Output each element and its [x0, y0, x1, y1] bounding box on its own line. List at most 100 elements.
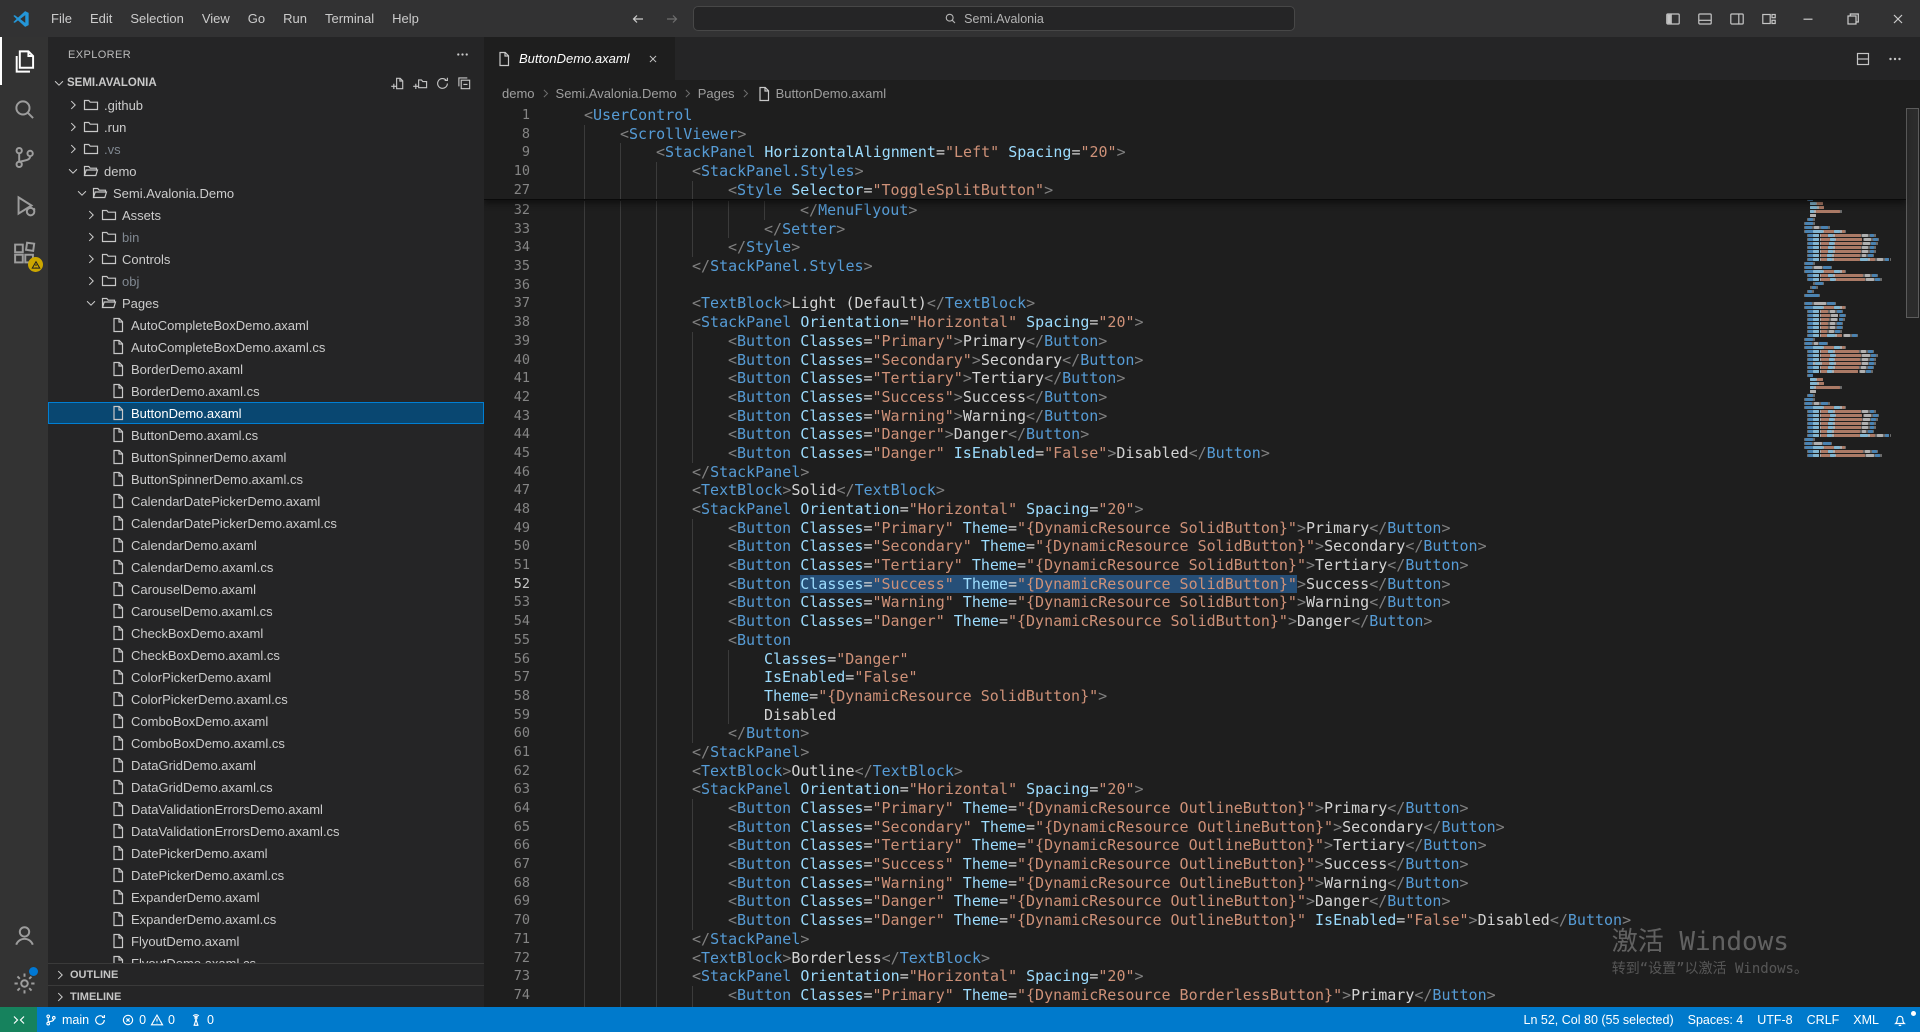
tree-item-Assets[interactable]: Assets	[48, 204, 484, 226]
tree-item-CalendarDemo.axaml.cs[interactable]: CalendarDemo.axaml.cs	[48, 556, 484, 578]
tree-item-DatePickerDemo.axaml.cs[interactable]: DatePickerDemo.axaml.cs	[48, 864, 484, 886]
code-editor[interactable]: 32 </MenuFlyout> 33 </Setter> 34 </Style…	[484, 106, 1920, 1007]
section-timeline[interactable]: TIMELINE	[48, 985, 484, 1007]
menu-selection[interactable]: Selection	[121, 0, 192, 37]
tree-item-AutoCompleteBoxDemo.axaml[interactable]: AutoCompleteBoxDemo.axaml	[48, 314, 484, 336]
tree-item-bin[interactable]: bin	[48, 226, 484, 248]
branch-status[interactable]: main	[37, 1007, 114, 1032]
tree-item-ExpanderDemo.axaml[interactable]: ExpanderDemo.axaml	[48, 886, 484, 908]
activity-extensions[interactable]	[0, 229, 48, 277]
tree-item-DataGridDemo.axaml[interactable]: DataGridDemo.axaml	[48, 754, 484, 776]
tree-item-ComboBoxDemo.axaml.cs[interactable]: ComboBoxDemo.axaml.cs	[48, 732, 484, 754]
menu-view[interactable]: View	[193, 0, 239, 37]
tree-item-DataValidationErrorsDemo.axaml[interactable]: DataValidationErrorsDemo.axaml	[48, 798, 484, 820]
tree-item-demo[interactable]: demo	[48, 160, 484, 182]
tree-item-obj[interactable]: obj	[48, 270, 484, 292]
menu-file[interactable]: File	[42, 0, 81, 37]
tab-close-icon[interactable]	[643, 49, 663, 69]
status-ln-52[interactable]: Ln 52, Col 80 (55 selected)	[1517, 1013, 1681, 1027]
close-window-button[interactable]	[1875, 0, 1920, 37]
status-xml[interactable]: XML	[1846, 1013, 1886, 1027]
layout-customize-icon[interactable]	[1753, 0, 1785, 37]
new-file-button[interactable]	[391, 76, 406, 91]
menu-terminal[interactable]: Terminal	[316, 0, 383, 37]
breadcrumb-demo[interactable]: demo	[502, 86, 535, 101]
tree-item-CarouselDemo.axaml.cs[interactable]: CarouselDemo.axaml.cs	[48, 600, 484, 622]
tree-item-CheckBoxDemo.axaml[interactable]: CheckBoxDemo.axaml	[48, 622, 484, 644]
explorer-more-actions-icon[interactable]	[455, 47, 470, 62]
notifications-bell[interactable]	[1886, 1013, 1914, 1027]
tree-item-BorderDemo.axaml.cs[interactable]: BorderDemo.axaml.cs	[48, 380, 484, 402]
tree-item-.vs[interactable]: .vs	[48, 138, 484, 160]
problems-status[interactable]: 0 0	[114, 1007, 182, 1032]
status-crlf[interactable]: CRLF	[1800, 1013, 1847, 1027]
tree-item-DataGridDemo.axaml.cs[interactable]: DataGridDemo.axaml.cs	[48, 776, 484, 798]
remote-indicator[interactable]	[0, 1007, 37, 1032]
tree-item-ExpanderDemo.axaml.cs[interactable]: ExpanderDemo.axaml.cs	[48, 908, 484, 930]
forward-arrow-icon[interactable]	[659, 6, 685, 32]
breadcrumb-Pages[interactable]: Pages	[698, 86, 735, 101]
tree-item-AutoCompleteBoxDemo.axaml.cs[interactable]: AutoCompleteBoxDemo.axaml.cs	[48, 336, 484, 358]
tree-item-CalendarDemo.axaml[interactable]: CalendarDemo.axaml	[48, 534, 484, 556]
tree-item-Semi.Avalonia.Demo[interactable]: Semi.Avalonia.Demo	[48, 182, 484, 204]
tree-item-CalendarDatePickerDemo.axaml[interactable]: CalendarDatePickerDemo.axaml	[48, 490, 484, 512]
menu-edit[interactable]: Edit	[81, 0, 121, 37]
menu-run[interactable]: Run	[274, 0, 316, 37]
layout-sidebar-left-icon[interactable]	[1657, 0, 1689, 37]
tab-buttondemo[interactable]: ButtonDemo.axaml	[484, 37, 676, 80]
tree-item-ButtonSpinnerDemo.axaml[interactable]: ButtonSpinnerDemo.axaml	[48, 446, 484, 468]
collapse-all-button[interactable]	[457, 76, 472, 91]
status-spaces[interactable]: Spaces: 4	[1681, 1013, 1751, 1027]
activity-explorer[interactable]	[0, 37, 48, 85]
new-folder-button[interactable]	[413, 76, 428, 91]
status-utf-8[interactable]: UTF-8	[1750, 1013, 1799, 1027]
code-line-58: 58 Theme="{DynamicResource SolidButton}"…	[484, 687, 1920, 706]
ports-status[interactable]: 0	[182, 1007, 221, 1032]
search-input[interactable]: Semi.Avalonia	[693, 6, 1295, 31]
layout-sidebar-right-icon[interactable]	[1721, 0, 1753, 37]
chevron-right-icon	[66, 120, 80, 134]
section-outline[interactable]: OUTLINE	[48, 963, 484, 985]
breadcrumb-ButtonDemo.axaml[interactable]: ButtonDemo.axaml	[756, 86, 887, 101]
tree-item-.run[interactable]: .run	[48, 116, 484, 138]
tree-item-Controls[interactable]: Controls	[48, 248, 484, 270]
workspace-root-row[interactable]: SEMI.AVALONIA	[48, 72, 484, 94]
tree-item-.github[interactable]: .github	[48, 94, 484, 116]
activity-search[interactable]	[0, 85, 48, 133]
tree-item-ColorPickerDemo.axaml[interactable]: ColorPickerDemo.axaml	[48, 666, 484, 688]
tree-item-FlyoutDemo.axaml.cs[interactable]: FlyoutDemo.axaml.cs	[48, 952, 484, 963]
layout-panel-icon[interactable]	[1689, 0, 1721, 37]
refresh-button[interactable]	[435, 76, 450, 91]
menu-help[interactable]: Help	[383, 0, 428, 37]
more-actions-icon[interactable]	[1882, 40, 1908, 77]
tree-item-CheckBoxDemo.axaml.cs[interactable]: CheckBoxDemo.axaml.cs	[48, 644, 484, 666]
vertical-scrollbar[interactable]	[1906, 106, 1920, 1007]
sidebar-bottom-sections: OUTLINE TIMELINE	[48, 963, 484, 1007]
tree-item-CalendarDatePickerDemo.axaml.cs[interactable]: CalendarDatePickerDemo.axaml.cs	[48, 512, 484, 534]
folder-open-icon	[92, 185, 108, 201]
scrollbar-thumb[interactable]	[1906, 108, 1919, 318]
sticky-scroll[interactable]: 1 <UserControl 8 <ScrollViewer> 9 <Stack…	[484, 106, 1906, 200]
tree-item-FlyoutDemo.axaml[interactable]: FlyoutDemo.axaml	[48, 930, 484, 952]
activity-settings[interactable]	[0, 959, 48, 1007]
tree-item-DatePickerDemo.axaml[interactable]: DatePickerDemo.axaml	[48, 842, 484, 864]
tree-item-ButtonDemo.axaml[interactable]: ButtonDemo.axaml	[48, 402, 484, 424]
activity-run-debug[interactable]	[0, 181, 48, 229]
tree-item-ButtonSpinnerDemo.axaml.cs[interactable]: ButtonSpinnerDemo.axaml.cs	[48, 468, 484, 490]
tree-item-ComboBoxDemo.axaml[interactable]: ComboBoxDemo.axaml	[48, 710, 484, 732]
activity-source-control[interactable]	[0, 133, 48, 181]
back-arrow-icon[interactable]	[625, 6, 651, 32]
tree-item-ColorPickerDemo.axaml.cs[interactable]: ColorPickerDemo.axaml.cs	[48, 688, 484, 710]
minimize-button[interactable]	[1785, 0, 1830, 37]
split-editor-icon[interactable]	[1850, 40, 1876, 77]
restore-button[interactable]	[1830, 0, 1875, 37]
tree-item-DataValidationErrorsDemo.axaml.cs[interactable]: DataValidationErrorsDemo.axaml.cs	[48, 820, 484, 842]
menu-go[interactable]: Go	[239, 0, 274, 37]
tree-item-CarouselDemo.axaml[interactable]: CarouselDemo.axaml	[48, 578, 484, 600]
activity-accounts[interactable]	[0, 911, 48, 959]
tree-item-Pages[interactable]: Pages	[48, 292, 484, 314]
breadcrumb-Semi.Avalonia.Demo[interactable]: Semi.Avalonia.Demo	[556, 86, 677, 101]
tree-item-BorderDemo.axaml[interactable]: BorderDemo.axaml	[48, 358, 484, 380]
tree-item-ButtonDemo.axaml.cs[interactable]: ButtonDemo.axaml.cs	[48, 424, 484, 446]
folder-icon	[101, 207, 117, 223]
